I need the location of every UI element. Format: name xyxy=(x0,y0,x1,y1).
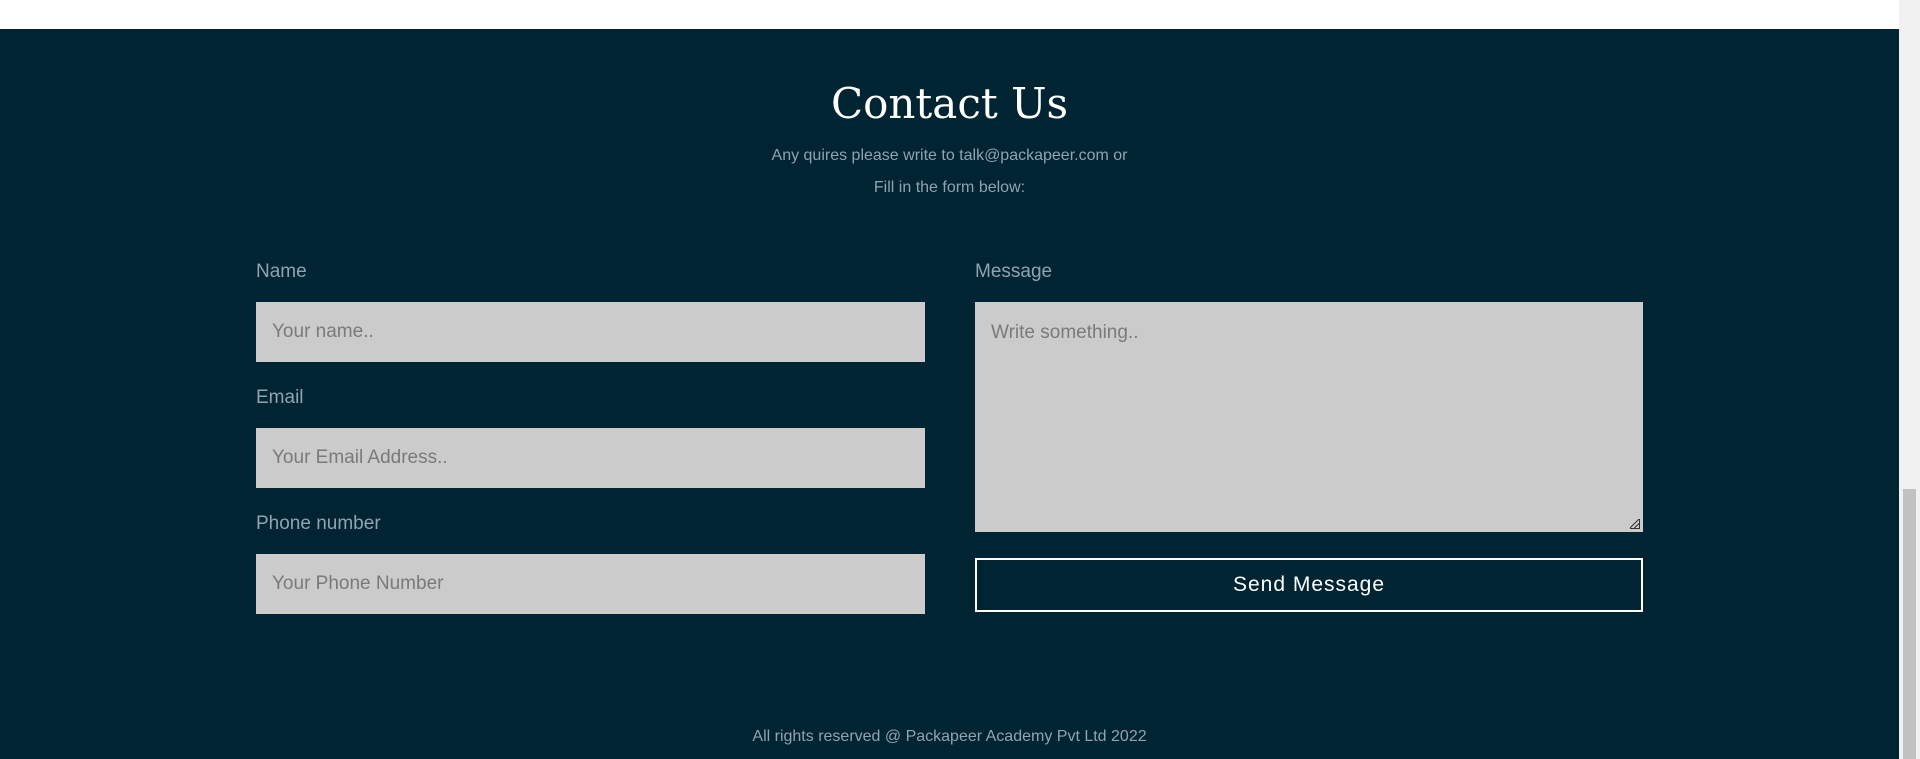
contact-section: Contact Us Any quires please write to ta… xyxy=(0,29,1899,759)
resize-handle-icon[interactable] xyxy=(1630,519,1640,529)
phone-label: Phone number xyxy=(256,513,381,534)
email-label: Email xyxy=(256,387,304,408)
page-title: Contact Us xyxy=(830,79,1069,128)
phone-field[interactable] xyxy=(256,554,925,614)
email-field[interactable] xyxy=(256,428,925,488)
scrollbar-thumb[interactable] xyxy=(1903,489,1916,759)
contact-instructions: Any quires please write to talk@packapee… xyxy=(771,147,1128,164)
message-field[interactable] xyxy=(975,302,1643,532)
name-label: Name xyxy=(256,261,307,282)
footer-copyright: All rights reserved @ Packapeer Academy … xyxy=(752,728,1147,745)
send-message-button[interactable]: Send Message xyxy=(975,558,1643,612)
name-field[interactable] xyxy=(256,302,925,362)
message-label: Message xyxy=(975,261,1053,282)
form-intro: Fill in the form below: xyxy=(873,179,1026,196)
page-top-strip xyxy=(0,0,1899,29)
